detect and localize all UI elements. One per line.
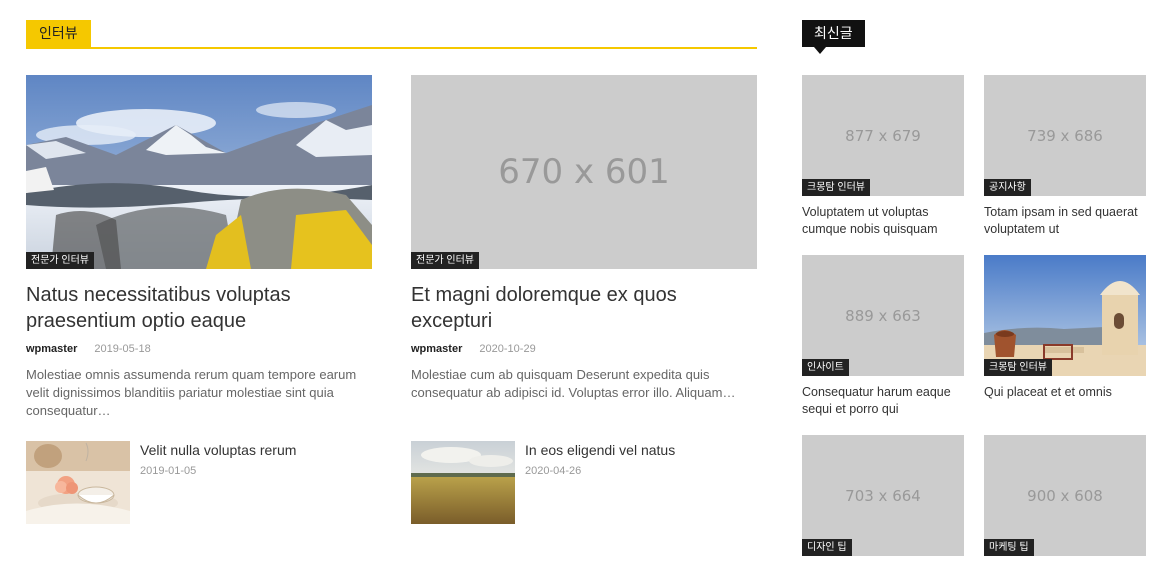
category-label[interactable]: 전문가 인터뷰 bbox=[411, 252, 479, 269]
recent-section-header: 최신글 bbox=[802, 20, 865, 54]
featured-post-thumbnail[interactable]: 670 x 601 전문가 인터뷰 bbox=[411, 75, 757, 269]
interview-section-title[interactable]: 인터뷰 bbox=[26, 20, 91, 47]
mountain-camp-image bbox=[26, 75, 372, 269]
image-placeholder: 739 x 686 bbox=[984, 75, 1146, 196]
post-meta: wpmaster 2020-10-29 bbox=[411, 341, 757, 357]
recent-post: 703 x 664 디자인 팁 bbox=[802, 435, 964, 556]
category-label[interactable]: 디자인 팁 bbox=[802, 539, 852, 556]
tea-cup-image bbox=[26, 441, 130, 524]
image-placeholder: 889 x 663 bbox=[802, 255, 964, 376]
post-thumbnail[interactable]: 703 x 664 디자인 팁 bbox=[802, 435, 964, 556]
category-label[interactable]: 크몽탐 인터뷰 bbox=[802, 179, 870, 196]
category-label[interactable]: 인사이트 bbox=[802, 359, 849, 376]
recent-post: 크몽탐 인터뷰 Qui placeat et et omnis bbox=[984, 255, 1146, 401]
category-label[interactable]: 마케팅 팁 bbox=[984, 539, 1034, 556]
recent-post: 877 x 679 크몽탐 인터뷰 Voluptatem ut voluptas… bbox=[802, 75, 964, 237]
post-title[interactable]: Velit nulla voluptas rerum bbox=[140, 441, 296, 459]
post-author[interactable]: wpmaster bbox=[26, 343, 77, 355]
category-label[interactable]: 전문가 인터뷰 bbox=[26, 252, 94, 269]
post-date: 2020-10-29 bbox=[479, 343, 536, 355]
post-excerpt: Molestiae omnis assumenda rerum quam tem… bbox=[26, 367, 357, 418]
wheat-field-image bbox=[411, 441, 515, 524]
post-excerpt: Molestiae cum ab quisquam Deserunt exped… bbox=[411, 367, 736, 400]
post-date: 2020-04-26 bbox=[525, 465, 582, 477]
post-title[interactable]: In eos eligendi vel natus bbox=[525, 441, 675, 459]
post-thumbnail[interactable] bbox=[411, 441, 515, 524]
recent-post: 900 x 608 마케팅 팁 bbox=[984, 435, 1146, 556]
post-date: 2019-05-18 bbox=[94, 343, 151, 355]
recent-post: 739 x 686 공지사항 Totam ipsam in sed quaera… bbox=[984, 75, 1146, 237]
image-placeholder: 670 x 601 bbox=[411, 75, 757, 269]
list-item: Velit nulla voluptas rerum 2019-01-05 bbox=[26, 441, 372, 524]
post-title[interactable]: Consequatur harum eaque sequi et porro q… bbox=[802, 384, 964, 417]
post-title[interactable]: Natus necessitatibus voluptas praesentiu… bbox=[26, 282, 372, 334]
post-title[interactable]: Qui placeat et et omnis bbox=[984, 384, 1146, 401]
interview-section-header: 인터뷰 bbox=[26, 20, 757, 49]
post-title[interactable]: Voluptatem ut voluptas cumque nobis quis… bbox=[802, 204, 964, 237]
post-title[interactable]: Totam ipsam in sed quaerat voluptatem ut bbox=[984, 204, 1146, 237]
featured-post: 전문가 인터뷰 Natus necessitatibus voluptas pr… bbox=[26, 75, 372, 420]
image-placeholder: 877 x 679 bbox=[802, 75, 964, 196]
image-placeholder: 900 x 608 bbox=[984, 435, 1146, 556]
post-date: 2019-01-05 bbox=[140, 465, 197, 477]
post-thumbnail[interactable]: 900 x 608 마케팅 팁 bbox=[984, 435, 1146, 556]
recent-post: 889 x 663 인사이트 Consequatur harum eaque s… bbox=[802, 255, 964, 417]
post-title[interactable]: Et magni doloremque ex quos excepturi bbox=[411, 282, 757, 334]
featured-post: 670 x 601 전문가 인터뷰 Et magni doloremque ex… bbox=[411, 75, 757, 402]
post-author[interactable]: wpmaster bbox=[411, 343, 462, 355]
post-thumbnail[interactable]: 889 x 663 인사이트 bbox=[802, 255, 964, 376]
post-meta: wpmaster 2019-05-18 bbox=[26, 341, 372, 357]
featured-post-thumbnail[interactable]: 전문가 인터뷰 bbox=[26, 75, 372, 269]
santorini-image bbox=[984, 255, 1146, 376]
list-item: In eos eligendi vel natus 2020-04-26 bbox=[411, 441, 757, 524]
post-thumbnail[interactable] bbox=[26, 441, 130, 524]
post-thumbnail[interactable]: 877 x 679 크몽탐 인터뷰 bbox=[802, 75, 964, 196]
recent-section-title: 최신글 bbox=[802, 20, 865, 54]
category-label[interactable]: 공지사항 bbox=[984, 179, 1031, 196]
category-label[interactable]: 크몽탐 인터뷰 bbox=[984, 359, 1052, 376]
post-thumbnail[interactable]: 크몽탐 인터뷰 bbox=[984, 255, 1146, 376]
post-thumbnail[interactable]: 739 x 686 공지사항 bbox=[984, 75, 1146, 196]
image-placeholder: 703 x 664 bbox=[802, 435, 964, 556]
